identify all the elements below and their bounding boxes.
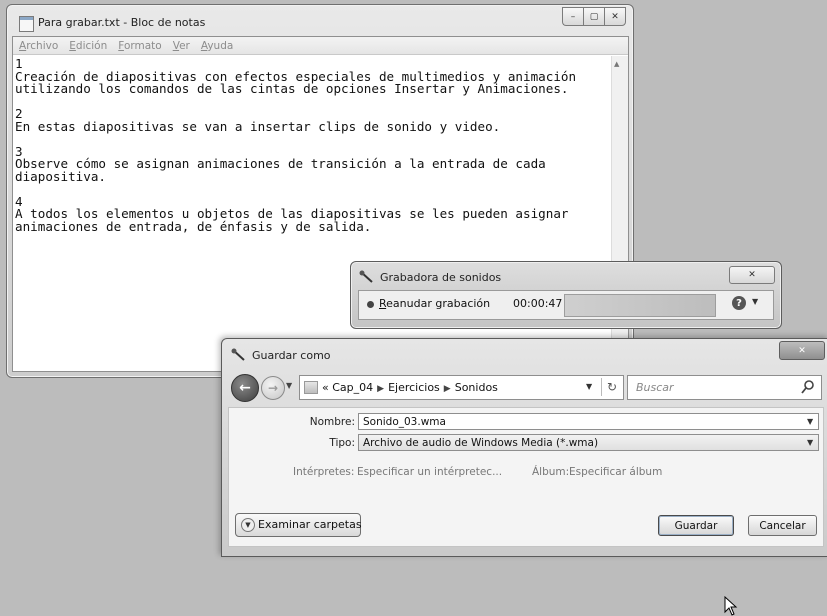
help-dropdown-arrow-icon[interactable]: ▼ xyxy=(752,297,758,306)
file-name-label: Nombre: xyxy=(309,416,355,428)
help-icon[interactable]: ? xyxy=(732,296,746,310)
resume-label: eanudar grabación xyxy=(386,297,491,310)
menu-ver[interactable]: Ver xyxy=(173,40,190,52)
search-box[interactable]: Buscar xyxy=(627,375,822,400)
artists-label: Intérpretes: xyxy=(293,466,355,478)
cancel-button[interactable]: Cancelar xyxy=(748,515,817,536)
browse-folders-button[interactable]: ▼ Examinar carpetas xyxy=(235,513,362,537)
album-field[interactable]: Especificar álbum xyxy=(569,466,662,478)
minimize-button[interactable]: – xyxy=(562,7,583,26)
breadcrumb: « Cap_04 ▶ Ejercicios ▶ Sonidos xyxy=(322,381,498,394)
file-name-input[interactable]: Sonido_03.wma xyxy=(358,413,819,430)
album-label: Álbum: xyxy=(532,466,570,478)
menu-archivo[interactable]: Archivo xyxy=(19,40,58,52)
file-type-label: Tipo: xyxy=(329,437,355,449)
text-line xyxy=(15,96,609,109)
breadcrumb-separator-icon[interactable]: ▶ xyxy=(377,384,384,394)
notepad-icon xyxy=(19,16,34,32)
refresh-icon[interactable]: ↻ xyxy=(601,378,622,396)
recorder-title: Grabadora de sonidos xyxy=(380,271,502,284)
notepad-title: Para grabar.txt - Bloc de notas xyxy=(38,16,206,29)
text-line: utilizando los comandos de las cintas de… xyxy=(15,81,569,96)
text-line: diapositiva. xyxy=(15,168,106,184)
microphone-icon xyxy=(359,270,373,283)
save-as-close-button[interactable]: ✕ xyxy=(779,341,825,360)
file-type-value: Archivo de audio de Windows Media (*.wma… xyxy=(363,437,599,449)
audio-level-meter xyxy=(564,294,716,317)
recorder-close-button[interactable]: ✕ xyxy=(729,266,775,284)
file-name-dropdown-icon[interactable]: ▼ xyxy=(807,417,813,426)
save-form: Nombre: Sonido_03.wma ▼ Tipo: Archivo de… xyxy=(228,407,824,616)
breadcrumb-prefix[interactable]: « xyxy=(322,381,329,394)
folder-icon xyxy=(304,381,318,394)
browse-folders-label: Examinar carpetas xyxy=(258,518,362,531)
elapsed-time: 00:00:47 xyxy=(513,297,563,310)
record-dot-icon xyxy=(367,301,374,308)
text-line: animaciones de entrada, de énfasis y de … xyxy=(15,218,372,234)
file-name-value: Sonido_03.wma xyxy=(363,416,446,428)
sound-recorder-window: Grabadora de sonidos ✕ Reanudar grabació… xyxy=(350,261,782,329)
breadcrumb-item-cap04[interactable]: Cap_04 xyxy=(332,381,373,394)
expand-chevron-icon: ▼ xyxy=(241,518,255,532)
file-type-dropdown-icon[interactable]: ▼ xyxy=(807,438,813,447)
back-arrow-icon[interactable]: ← xyxy=(231,374,259,402)
save-button[interactable]: Guardar xyxy=(658,515,734,536)
scroll-up-arrow-icon[interactable]: ▲ xyxy=(614,60,619,68)
breadcrumb-separator-icon[interactable]: ▶ xyxy=(444,384,451,394)
notepad-caption-buttons: – ▢ ✕ xyxy=(562,7,626,26)
save-as-dialog: Guardar como ✕ ← → ▼ « Cap_04 ▶ Ejercicios… xyxy=(221,338,827,616)
text-line xyxy=(15,183,609,196)
close-button[interactable]: ✕ xyxy=(604,7,626,26)
menu-edicion[interactable]: Edición xyxy=(69,40,107,52)
breadcrumb-item-ejercicios[interactable]: Ejercicios xyxy=(388,381,440,394)
file-type-select[interactable]: Archivo de audio de Windows Media (*.wma… xyxy=(358,434,819,451)
text-line: En estas diapositivas se van a insertar … xyxy=(15,118,501,134)
search-icon[interactable] xyxy=(800,379,816,395)
resume-recording-button[interactable]: Reanudar grabación xyxy=(379,297,490,310)
save-as-title: Guardar como xyxy=(252,349,331,362)
breadcrumb-item-sonidos[interactable]: Sonidos xyxy=(455,381,498,394)
address-dropdown-icon[interactable]: ▼ xyxy=(586,382,592,391)
search-placeholder: Buscar xyxy=(636,381,674,394)
microphone-icon xyxy=(231,348,245,361)
menu-bar: Archivo Edición Formato Ver Ayuda xyxy=(13,37,628,55)
maximize-button[interactable]: ▢ xyxy=(583,7,604,26)
text-line xyxy=(15,133,609,146)
menu-formato[interactable]: Formato xyxy=(118,40,161,52)
address-bar[interactable]: « Cap_04 ▶ Ejercicios ▶ Sonidos ▼ ↻ xyxy=(299,375,624,400)
forward-arrow-icon[interactable]: → xyxy=(261,376,285,400)
mouse-cursor-icon xyxy=(724,596,738,616)
menu-ayuda[interactable]: Ayuda xyxy=(201,40,233,52)
recorder-body: Reanudar grabación 00:00:47 ? ▼ xyxy=(358,290,774,320)
recent-locations-dropdown-icon[interactable]: ▼ xyxy=(286,381,292,390)
artists-field[interactable]: Especificar un intérpretec... xyxy=(357,466,502,478)
